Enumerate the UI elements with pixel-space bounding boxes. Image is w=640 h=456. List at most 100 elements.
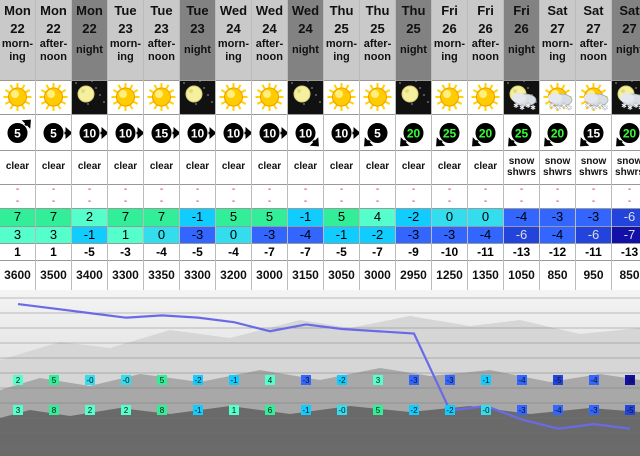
day-date: 25 [334,21,349,36]
weather-summary-line: clear [473,161,498,172]
freezing-level-chart: 2 5 -0 -0 5 -2 -1 4 -3 -2 3 -3 -3 -1 -4 -5 -4 -8 3 8 2 2 8 -1 1 6… [0,290,640,456]
day-name: Fri [477,3,494,18]
snow-amount: - [555,196,560,207]
period-label: ing [333,51,350,63]
svg-text:25: 25 [443,127,457,141]
temp-marker-label: -5 [626,406,634,415]
moon-snow-icon: ✱✱✱✱ [504,80,539,114]
weather-summary-line: shwrs [543,167,572,178]
period-label: noon [580,51,607,63]
day-name: Tue [114,3,137,18]
column-divider [467,0,468,290]
rain-amount: - [51,184,56,195]
forest-silhouette [0,406,640,456]
wind-arrow-icon: 15 [144,114,179,150]
day-date: 22 [82,21,97,36]
freezing-level: 3200 [216,260,251,290]
wind-arrow-icon: 10 [216,114,251,150]
snow-amount: - [591,196,596,207]
forecast-column: Fri 26 night ✱ ✱ ✱ ✱ 25 snow shwrs - - -4 -6 -13 1050 [504,0,540,290]
min-temp: -4 [468,226,503,244]
column-divider [359,0,360,290]
svg-text:10: 10 [119,127,133,141]
temp-marker-label: 6 [268,406,273,415]
freezing-level: 3050 [324,260,359,290]
freezing-level: 850 [612,260,640,290]
day-name: Sat [547,3,568,18]
min-temp: -4 [540,226,575,244]
min-temp: -1 [72,226,107,244]
temp-marker-label: -3 [302,376,310,385]
max-temp: -2 [396,208,431,226]
rain-amount: - [411,184,416,195]
freezing-level: 950 [576,260,611,290]
weather-summary-line: clear [113,161,138,172]
period-label: after- [363,38,392,50]
column-divider [503,0,504,290]
weather-summary-line: clear [5,161,30,172]
sun-icon [432,80,467,114]
weather-summary: clear [216,150,251,184]
wind-arrow-icon: 10 [72,114,107,150]
min-temp: 3 [0,226,35,244]
temp-marker-label: 3 [16,406,21,415]
wind-arrow-icon: 25 [504,114,539,150]
wind-chill: -4 [216,243,251,261]
day-date: 23 [190,21,205,36]
day-name: Thu [401,3,426,18]
rain-amount: - [267,184,272,195]
rain-amount: - [231,184,236,195]
forecast-column: Thu 25 morn-ing 10 clear - -5 -1 -5 3050 [324,0,360,290]
period-header: Fri 26 morn-ing [432,0,467,80]
weather-summary-line: clear [185,161,210,172]
snow-amount: - [231,196,236,207]
min-temp: -1 [324,226,359,244]
rain-amount: - [303,184,308,195]
sun-icon [216,80,251,114]
temp-marker-label: -1 [194,406,202,415]
period-header: Mon 22 morn-ing [0,0,35,80]
snow-amount: - [159,196,164,207]
wind-chill: 1 [0,243,35,261]
temp-marker-label: -3 [446,376,454,385]
wind-chill: -11 [468,243,503,261]
wind-arrow-icon: 20 [468,114,503,150]
column-divider [431,0,432,290]
temp-marker-label: -1 [482,376,490,385]
period-label: ing [441,51,458,63]
snow-amount: - [483,196,488,207]
column-divider [35,0,36,290]
svg-text:10: 10 [263,127,277,141]
day-name: Tue [150,3,173,18]
wind-arrow-icon: 20 [396,114,431,150]
max-temp: 7 [144,208,179,226]
period-label: ing [225,51,242,63]
row-divider [0,150,640,151]
min-temp: -4 [288,226,323,244]
day-date: 26 [478,21,493,36]
row-divider [0,226,640,227]
period-label: morn- [109,38,142,50]
svg-text:10: 10 [335,127,349,141]
row-divider [0,184,640,185]
svg-text:10: 10 [83,127,97,141]
temp-marker-label: 8 [52,406,57,415]
row-divider [0,243,640,244]
svg-text:20: 20 [623,127,637,141]
freezing-level: 3000 [252,260,287,290]
max-temp: -3 [540,208,575,226]
temp-marker-label: 3 [376,376,381,385]
period-label: noon [472,51,499,63]
temp-marker-label: -2 [410,406,418,415]
temp-marker-label: -8 [626,376,634,385]
column-divider [395,0,396,290]
min-temp: -3 [432,226,467,244]
svg-text:5: 5 [50,127,57,141]
forecast-column: Sat 27 morn-ing ✱ ✱ ✱ ✱ 20 snow shwrs - - -3 -4 -12 850 [540,0,576,290]
weather-summary: clear [0,150,35,184]
svg-text:10: 10 [299,127,313,141]
snow-amount: - [627,196,632,207]
svg-text:20: 20 [479,127,493,141]
weather-summary: snowshwrs [504,150,539,184]
temp-marker-label: 5 [52,376,57,385]
